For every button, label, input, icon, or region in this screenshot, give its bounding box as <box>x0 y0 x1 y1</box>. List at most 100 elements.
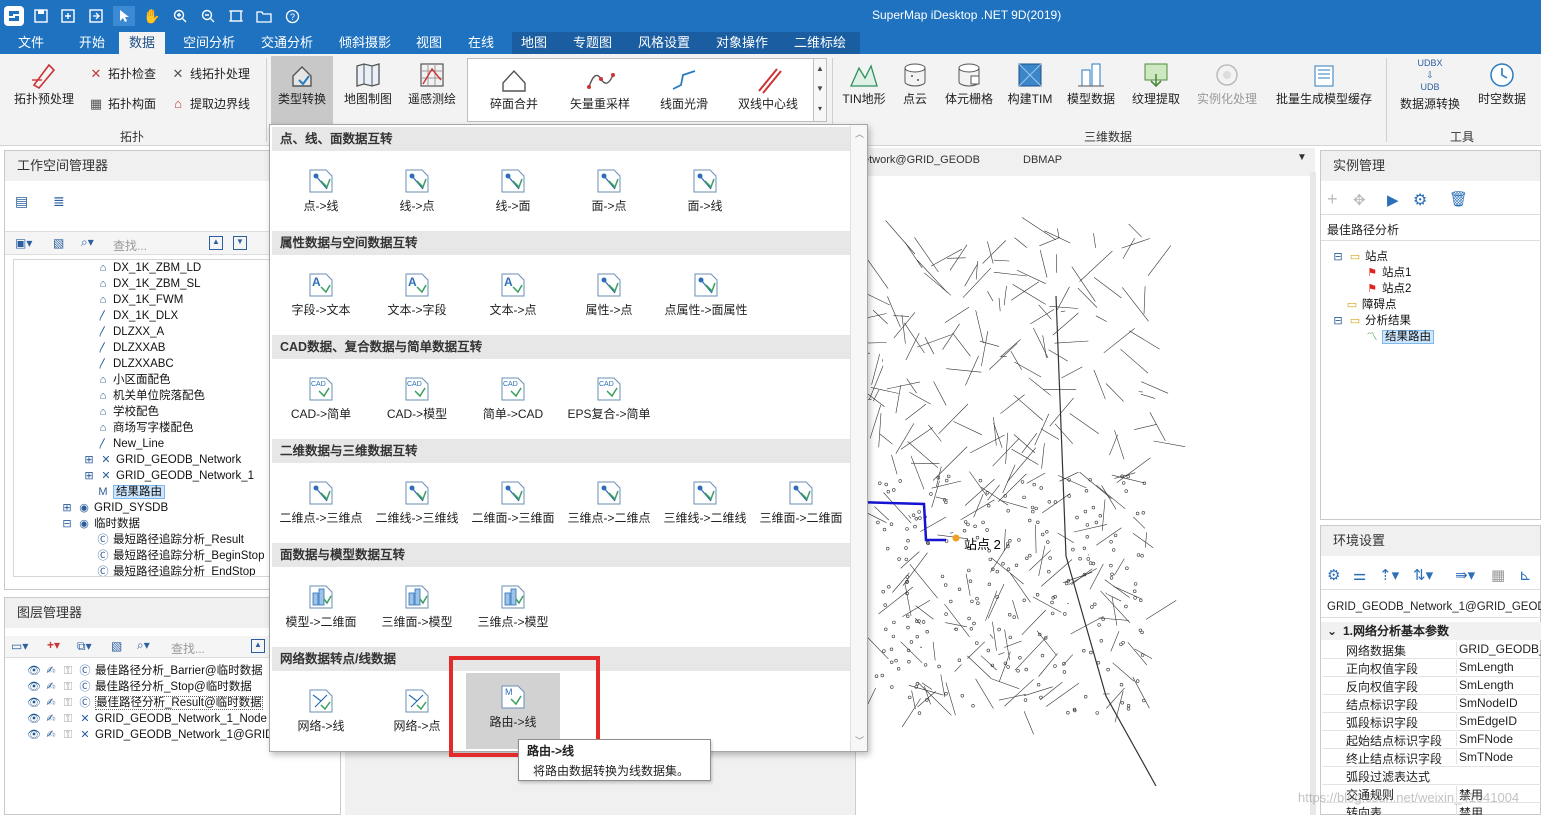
cad-to-simple-button[interactable]: CAD->简单 <box>276 375 366 420</box>
polygon-to-point-button[interactable]: 面->点 <box>564 167 654 212</box>
layer-search-input[interactable]: 查找... <box>171 640 205 657</box>
3d-point-to-model-button[interactable]: 三维点->模型 <box>468 583 558 628</box>
list-item[interactable]: 〳 New_Line <box>96 436 165 452</box>
batch-model-cache-button[interactable]: 批量生成模型缓存 <box>1268 60 1380 107</box>
3d-line-to-2d-line-button[interactable]: 三维线->二维线 <box>660 479 750 524</box>
selectable-icon[interactable]: ✍ <box>44 711 58 727</box>
list-item[interactable]: ⌂ DX_1K_ZBM_LD <box>96 260 202 276</box>
map-cartography-button[interactable]: 地图制图 <box>339 60 397 107</box>
help-icon[interactable]: ? <box>281 6 303 26</box>
network-to-line-button[interactable]: 网络->线 <box>276 687 366 732</box>
layer-row[interactable]: 👁 ✍ ⚿ Ⓒ 最佳路径分析_Stop@临时数据 <box>27 679 252 695</box>
expand-icon[interactable]: ⊞ <box>60 500 74 516</box>
map-vertical-scrollbar[interactable] <box>1310 172 1316 815</box>
map-canvas[interactable]: 站点 2 <box>843 176 1310 815</box>
point-cloud-button[interactable]: 点云 <box>894 60 936 107</box>
point-attr-to-polygon-attr-button[interactable]: 点属性->面属性 <box>660 271 752 316</box>
pan-hand-icon[interactable]: ✋ <box>141 6 163 26</box>
prop-row[interactable]: 起始结点标识字段 SmFNode <box>1322 731 1541 749</box>
tab-spatial-analysis[interactable]: 空间分析 <box>173 32 245 54</box>
properties-icon[interactable]: ▧ <box>53 236 64 250</box>
line-to-point-button[interactable]: 线->点 <box>372 167 462 212</box>
add-layer-icon[interactable]: ▭▾ <box>11 639 28 653</box>
topology-build-polygon-button[interactable]: ▦ 拓扑构面 <box>88 94 156 114</box>
prop-row[interactable]: 弧段标识字段 SmEdgeID <box>1322 713 1541 731</box>
selectable-icon[interactable]: ✍ <box>44 663 58 679</box>
visible-eye-icon[interactable]: 👁 <box>27 695 41 711</box>
settings-gear-icon[interactable]: ⚙ <box>1413 190 1427 210</box>
selectable-icon[interactable]: ✍ <box>44 695 58 711</box>
new-icon[interactable] <box>57 6 79 26</box>
tab-style[interactable]: 风格设置 <box>628 32 700 54</box>
tab-traffic-analysis[interactable]: 交通分析 <box>251 32 323 54</box>
tab-object-ops[interactable]: 对象操作 <box>706 32 778 54</box>
list-item[interactable]: Ⓒ 最短路径追踪分析_BeginStop <box>96 548 265 564</box>
tin-terrain-button[interactable]: TIN地形 <box>838 60 890 107</box>
open-icon[interactable] <box>85 6 107 26</box>
scroll-down-icon[interactable]: ﹀ <box>855 734 864 747</box>
gallery-scroll[interactable]: ▲ ▼ ▾ <box>813 58 827 122</box>
list-item[interactable]: ⌂ DX_1K_ZBM_SL <box>96 276 201 292</box>
list-item[interactable]: ⊟ ◉ 临时数据 <box>60 516 140 532</box>
list-item[interactable]: ⊞ ✕ GRID_GEODB_Network_1 <box>82 468 254 484</box>
list-item[interactable]: ⌂ DX_1K_FWM <box>96 292 184 308</box>
visible-eye-icon[interactable]: 👁 <box>27 679 41 695</box>
move-icon[interactable]: ✥ <box>1353 191 1366 209</box>
grid-icon[interactable]: ▦ <box>1491 566 1505 584</box>
topology-preprocess-button[interactable]: 拓扑预处理 <box>8 60 80 107</box>
layer-row[interactable]: 👁 ✍ ⚿ ✕ GRID_GEODB_Network_1@GRID <box>27 727 273 743</box>
texture-extract-button[interactable]: 纹理提取 <box>1126 60 1186 107</box>
layer-row[interactable]: 👁 ✍ ⚿ ✕ GRID_GEODB_Network_1_Node <box>27 711 267 727</box>
lock-icon[interactable]: ⚿ <box>61 663 75 679</box>
merge-fragments-button[interactable]: 碎面合并 <box>478 65 550 112</box>
run-play-icon[interactable]: ▶ <box>1387 191 1399 209</box>
layer-properties-icon[interactable]: ▧ <box>111 639 122 653</box>
network-dataset-select[interactable]: GRID_GEODB_Network_1@GRID_GEODB <box>1321 596 1541 618</box>
lock-icon[interactable]: ⚿ <box>61 695 75 711</box>
build-tim-button[interactable]: 构建TIM <box>1002 60 1058 107</box>
tab-start[interactable]: 开始 <box>69 32 115 54</box>
list-item[interactable]: Ⓒ 最短路径追踪分析_EndStop <box>96 564 256 576</box>
datasource-convert-button[interactable]: UDBX ⇩ UDB 数据源转换 <box>1392 58 1468 112</box>
2d-point-to-3d-point-button[interactable]: 二维点->三维点 <box>276 479 366 524</box>
prop-row[interactable]: 网络数据集GRID_GEODB_Ne <box>1322 641 1541 659</box>
tree-node-result-route[interactable]: 〽结果路由 <box>1365 329 1434 345</box>
voxel-grid-button[interactable]: 体元栅格 <box>940 60 998 107</box>
collapse-icon[interactable]: ⊟ <box>1331 313 1345 329</box>
point-to-line-button[interactable]: 点->线 <box>276 167 366 212</box>
lock-icon[interactable]: ⚿ <box>61 711 75 727</box>
layers-stack-icon[interactable]: ≣ <box>53 193 73 213</box>
type-convert-button[interactable]: 类型转换 <box>271 56 333 126</box>
expand-icon[interactable]: ⊞ <box>82 452 96 468</box>
tab-file[interactable]: 文件 <box>8 32 54 54</box>
add-icon[interactable]: + <box>1327 189 1338 210</box>
3d-polygon-to-2d-polygon-button[interactable]: 三维面->二维面 <box>756 479 846 524</box>
search-icon[interactable]: ⌕▾ <box>81 235 94 250</box>
move-down-icon[interactable]: ▼ <box>233 236 247 250</box>
list-item[interactable]: ⌂ 学校配色 <box>96 404 159 420</box>
env-section-header[interactable]: ⌄ 1.网络分析基本参数 <box>1321 622 1541 640</box>
zoom-in-icon[interactable] <box>169 6 191 26</box>
prop-row[interactable]: 弧段过滤表达式 <box>1322 767 1541 785</box>
3d-point-to-2d-point-button[interactable]: 三维点->二维点 <box>564 479 654 524</box>
prop-row[interactable]: 终止结点标识字段 SmTNode <box>1322 749 1541 767</box>
text-to-field-button[interactable]: 文本->字段 <box>372 271 462 316</box>
list-item[interactable]: 〳 DLZXXABC <box>96 356 174 372</box>
plus-icon[interactable]: +▾ <box>47 638 60 652</box>
model-to-2d-polygon-button[interactable]: 模型->二维面 <box>276 583 366 628</box>
polygon-to-line-button[interactable]: 面->线 <box>660 167 750 212</box>
tree-node-stops[interactable]: ⊟ ▭ 站点 <box>1331 249 1388 265</box>
list-item[interactable]: 〳 DLZXX_A <box>96 324 165 340</box>
move-up-icon[interactable]: ▲ <box>209 236 223 250</box>
tree-node-stop2[interactable]: ⚑ 站点2 <box>1365 281 1411 297</box>
turn-table-icon[interactable]: ⇅▾ <box>1413 566 1433 584</box>
save-icon[interactable] <box>30 6 52 26</box>
prop-row[interactable]: 结点标识字段 SmNodeID <box>1322 695 1541 713</box>
selectable-icon[interactable]: ✍ <box>44 679 58 695</box>
lock-icon[interactable]: ⚿ <box>61 727 75 743</box>
3d-polygon-to-model-button[interactable]: 三维面->模型 <box>372 583 462 628</box>
list-item[interactable]: ⊞ ◉ GRID_SYSDB <box>60 500 168 516</box>
visible-eye-icon[interactable]: 👁 <box>27 663 41 679</box>
folder-icon[interactable] <box>253 6 275 26</box>
list-item[interactable]: ⊞ ✕ GRID_GEODB_Network <box>82 452 241 468</box>
